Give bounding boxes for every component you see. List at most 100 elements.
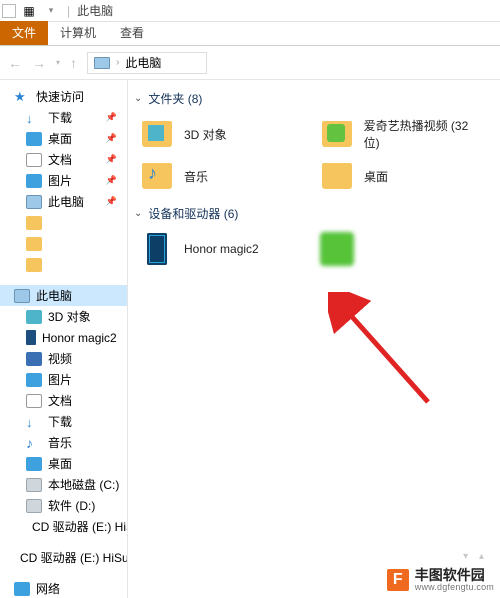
item-honor-magic2[interactable]: Honor magic2 (138, 230, 308, 268)
sidebar-item-label: 图片 (48, 172, 72, 189)
item-iqiyi[interactable]: 爱奇艺热播视频 (32 位) (318, 115, 488, 153)
sidebar-documents-2[interactable]: 文档 (0, 390, 127, 411)
sidebar-item-label: 音乐 (48, 434, 72, 451)
titlebar-separator: | (67, 4, 70, 18)
address-location: 此电脑 (125, 54, 161, 71)
document-icon (26, 394, 42, 408)
folder-icon (26, 237, 42, 251)
sidebar-network[interactable]: 网络 (0, 578, 127, 598)
network-icon (14, 582, 30, 596)
sidebar-this-pc-quick[interactable]: 此电脑 📌 (0, 191, 127, 212)
pictures-icon (26, 174, 42, 188)
sidebar-pictures[interactable]: 图片 📌 (0, 170, 127, 191)
tab-computer[interactable]: 计算机 (48, 21, 108, 45)
music-icon: ♪ (26, 436, 42, 450)
video-icon (26, 352, 42, 366)
sidebar-item-label: Honor magic2 (42, 331, 117, 345)
item-label: 爱奇艺热播视频 (32 位) (364, 117, 486, 151)
watermark: F 丰图软件园 www.dgfengtu.com (387, 568, 494, 592)
sidebar-phone[interactable]: Honor magic2 (0, 327, 127, 348)
sidebar-item-label: 文档 (48, 392, 72, 409)
item-desktop[interactable]: 桌面 (318, 157, 488, 195)
desktop-icon (26, 457, 42, 471)
this-pc-icon (14, 289, 30, 303)
group-header-label: 设备和驱动器 (6) (148, 205, 238, 222)
pin-icon: 📌 (106, 196, 117, 207)
sidebar-this-pc[interactable]: 此电脑 (0, 285, 127, 306)
details-pane-toggle-icon[interactable]: ▾ ▴ (463, 551, 488, 562)
sidebar-3d-objects[interactable]: 3D 对象 (0, 306, 127, 327)
system-icon (2, 4, 16, 18)
watermark-title: 丰图软件园 (415, 568, 494, 583)
group-header-folders[interactable]: ⌄ 文件夹 (8) (134, 90, 496, 107)
star-icon: ★ (14, 90, 30, 104)
breadcrumb-chevron-icon: › (116, 57, 119, 68)
address-bar[interactable]: › 此电脑 (87, 52, 207, 74)
sidebar-item-label: 文档 (48, 151, 72, 168)
item-redacted-device[interactable] (318, 230, 488, 268)
pin-icon: 📌 (106, 133, 117, 144)
nav-arrows: ← → ▾ ↑ (8, 55, 77, 71)
window-title: 此电脑 (77, 2, 113, 19)
item-label: 桌面 (364, 168, 388, 185)
sidebar-item-label: 此电脑 (36, 287, 72, 304)
group-header-devices[interactable]: ⌄ 设备和驱动器 (6) (134, 205, 496, 222)
annotation-arrow (328, 292, 448, 412)
sidebar-desktop-2[interactable]: 桌面 (0, 453, 127, 474)
sidebar-cd-e-root[interactable]: CD 驱动器 (E:) HiSui (0, 547, 127, 568)
sidebar-item-label: CD 驱动器 (E:) HiS (32, 518, 127, 535)
item-label: 3D 对象 (184, 126, 227, 143)
sidebar-item-label: 软件 (D:) (48, 497, 95, 514)
tab-view[interactable]: 查看 (108, 21, 156, 45)
chevron-down-icon: ⌄ (134, 93, 142, 104)
sidebar-item-label: 此电脑 (48, 193, 84, 210)
phone-icon (147, 233, 167, 265)
sidebar-drive-d[interactable]: 软件 (D:) (0, 495, 127, 516)
sidebar-desktop[interactable]: 桌面 📌 (0, 128, 127, 149)
history-dropdown-icon[interactable]: ▾ (56, 58, 60, 67)
sidebar-downloads[interactable]: ↓ 下载 📌 (0, 107, 127, 128)
item-music[interactable]: 音乐 (138, 157, 308, 195)
sidebar-pictures-2[interactable]: 图片 (0, 369, 127, 390)
qat-dropdown-icon[interactable]: ▾ (42, 3, 60, 19)
watermark-logo: F (387, 569, 409, 591)
sidebar-item-label: 3D 对象 (48, 308, 91, 325)
sidebar-redacted[interactable] (0, 212, 127, 233)
sidebar-documents[interactable]: 文档 📌 (0, 149, 127, 170)
sidebar-item-label: 下载 (48, 109, 72, 126)
pin-icon: 📌 (106, 154, 117, 165)
sidebar-cd-e[interactable]: CD 驱动器 (E:) HiS (0, 516, 127, 537)
sidebar-quick-access[interactable]: ★ 快速访问 (0, 86, 127, 107)
tab-file[interactable]: 文件 (0, 21, 48, 45)
sidebar-drive-c[interactable]: 本地磁盘 (C:) (0, 474, 127, 495)
chevron-down-icon: ⌄ (134, 208, 142, 219)
sidebar-item-label: 桌面 (48, 130, 72, 147)
sidebar-item-label: 图片 (48, 371, 72, 388)
sidebar-redacted[interactable] (0, 233, 127, 254)
sidebar-music[interactable]: ♪ 音乐 (0, 432, 127, 453)
sidebar-downloads-2[interactable]: ↓ 下载 (0, 411, 127, 432)
this-pc-icon (26, 195, 42, 209)
folder-icon (26, 258, 42, 272)
navigation-pane: ★ 快速访问 ↓ 下载 📌 桌面 📌 文档 📌 图片 📌 此电脑 📌 (0, 80, 128, 598)
download-icon: ↓ (26, 415, 42, 429)
back-button[interactable]: ← (8, 55, 22, 71)
watermark-url: www.dgfengtu.com (415, 583, 494, 592)
devices-group: Honor magic2 (138, 230, 496, 268)
item-label: Honor magic2 (184, 242, 259, 256)
item-3d-objects[interactable]: 3D 对象 (138, 115, 308, 153)
item-label: 音乐 (184, 168, 208, 185)
up-button[interactable]: ↑ (70, 55, 77, 71)
sidebar-videos[interactable]: 视频 (0, 348, 127, 369)
sidebar-redacted[interactable] (0, 254, 127, 275)
phone-icon (26, 330, 36, 345)
forward-button[interactable]: → (32, 55, 46, 71)
folder-icon (26, 216, 42, 230)
pin-icon: 📌 (106, 112, 117, 123)
navigation-bar: ← → ▾ ↑ › 此电脑 (0, 46, 500, 80)
content-pane: ⌄ 文件夹 (8) 3D 对象 爱奇艺热播视频 (32 位) 音乐 桌面 ⌄ (128, 80, 500, 598)
qat-properties-icon[interactable]: ▦ (20, 3, 38, 19)
pictures-icon (26, 373, 42, 387)
ribbon-tabs: 文件 计算机 查看 (0, 22, 500, 46)
folder-icon (142, 163, 172, 189)
